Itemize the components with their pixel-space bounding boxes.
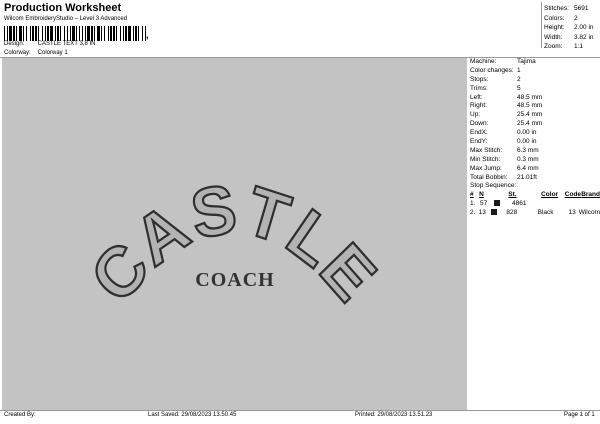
stop-sequence-header: # N St. Color Code Brand <box>470 191 600 199</box>
detail-row: Max Stitch: 6.3 mm <box>470 147 600 156</box>
detail-row: Color changes: 1 <box>470 67 600 76</box>
barcode <box>4 26 146 41</box>
detail-value: 5 <box>517 84 521 92</box>
detail-label: EndX: <box>470 129 488 137</box>
footer-printed: Printed: 29/08/2023 13.51.23 <box>355 412 433 418</box>
colorway-row: Colorway: Colorway 1 <box>4 50 68 56</box>
colorway-value: Colorway 1 <box>37 50 68 56</box>
detail-value: 21.01ft <box>517 173 537 181</box>
detail-label: Stops: <box>470 75 489 83</box>
stop-swatch-cell <box>490 208 507 219</box>
detail-label: Machine: <box>470 58 497 65</box>
design-text-castle: CASTLE <box>77 170 391 317</box>
stat-colors: Colors: 2 <box>544 14 578 22</box>
detail-label: Max Stitch: <box>470 146 503 154</box>
stop-code: 13 <box>568 209 576 217</box>
stop-num: 1. <box>470 200 476 208</box>
detail-row: Machine: Tajima <box>470 58 600 67</box>
detail-row: Min Stitch: 0.3 mm <box>470 156 600 165</box>
detail-row: EndY: 0.00 in <box>470 138 600 147</box>
footer-created: Created By: <box>4 412 36 418</box>
color-swatch <box>494 199 500 206</box>
software-subtitle: Wilcom EmbroideryStudio – Level 3 Advanc… <box>4 16 128 22</box>
detail-label: Left: <box>470 93 483 101</box>
stop-row: 1. 57 4861 <box>470 199 600 209</box>
detail-value: 2 <box>517 75 521 83</box>
detail-value: Tajima <box>517 58 536 65</box>
stop-color: Black <box>537 209 554 217</box>
detail-row: Down: 25.4 mm <box>470 120 600 129</box>
detail-label: Down: <box>470 120 489 128</box>
detail-label: EndY: <box>470 138 488 146</box>
detail-value: 25.4 mm <box>517 120 543 128</box>
detail-value: 0.00 in <box>517 129 537 137</box>
stat-stitches: Stitches: 5691 <box>544 5 589 12</box>
footer-divider <box>0 410 600 411</box>
worksheet-title: Production Worksheet <box>4 2 122 14</box>
detail-value: 25.4 mm <box>517 111 543 119</box>
stat-zoom: Zoom: 1:1 <box>544 43 584 50</box>
detail-row: Right: 48.5 mm <box>470 102 600 111</box>
design-text-coach: COACH <box>195 269 274 291</box>
detail-value: 48.5 mm <box>517 102 543 110</box>
design-row: Design: CASTLE TEXT 3,8 IN <box>4 41 95 47</box>
design-label: Design: <box>4 41 25 47</box>
embroidery-preview: CASTLE COACH <box>76 169 391 318</box>
color-swatch <box>490 208 497 215</box>
detail-row: Up: 25.4 mm <box>470 111 600 120</box>
stop-brand: Wilcom <box>578 209 600 217</box>
detail-label: Trims: <box>470 84 488 92</box>
detail-value: 1 <box>517 66 521 74</box>
stop-sequence-title: Stop Sequence: <box>470 182 517 190</box>
stop-n: 13 <box>478 209 486 217</box>
stat-height: Height: 2.00 in <box>544 24 594 31</box>
detail-row: Total Bobbin: 21.01ft <box>470 174 600 183</box>
detail-row: Left: 48.5 mm <box>470 94 600 103</box>
footer-page: Page 1 of 1 <box>564 412 595 418</box>
detail-label: Min Stitch: <box>470 155 501 163</box>
details-panel: Machine: Tajima Color changes: 1 Stops: 2 Trim… <box>470 58 600 218</box>
detail-value: 6.3 mm <box>517 146 539 154</box>
barcode-suffix: , <box>146 30 149 40</box>
stat-width: Width: 3.82 in <box>544 33 594 41</box>
detail-row: EndX: 0.00 in <box>470 129 600 138</box>
footer-last-saved: Last Saved: 29/08/2023 13.50.45 <box>148 412 237 418</box>
detail-row: Trims: 5 <box>470 85 600 94</box>
stop-num: 2. <box>470 209 476 217</box>
design-canvas: CASTLE COACH <box>2 58 467 411</box>
detail-row: Stops: 2 <box>470 76 600 85</box>
design-value: CASTLE TEXT 3,8 IN <box>37 41 96 47</box>
colorway-label: Colorway: <box>4 50 31 56</box>
detail-label: Up: <box>470 111 481 119</box>
detail-value: 0.00 in <box>517 138 537 146</box>
stop-st: 828 <box>506 209 518 217</box>
detail-value: 48.5 mm <box>517 93 543 101</box>
detail-value: 0.3 mm <box>517 155 539 163</box>
stats-block: Stitches: 5691 Colors: 2 Height: 2.00 in Wi… <box>544 4 594 52</box>
detail-label: Total Bobbin: <box>470 173 508 181</box>
stop-row: 2. 13 828 Black 13 Wilcom <box>470 208 600 219</box>
detail-label: Max Jump: <box>470 164 502 172</box>
detail-label: Right: <box>470 102 487 110</box>
stats-divider <box>541 2 542 48</box>
detail-value: 6.4 mm <box>517 164 539 172</box>
detail-row: Max Jump: 6.4 mm <box>470 165 600 174</box>
detail-label: Color changes: <box>470 66 514 74</box>
stop-st: 4861 <box>512 200 527 208</box>
